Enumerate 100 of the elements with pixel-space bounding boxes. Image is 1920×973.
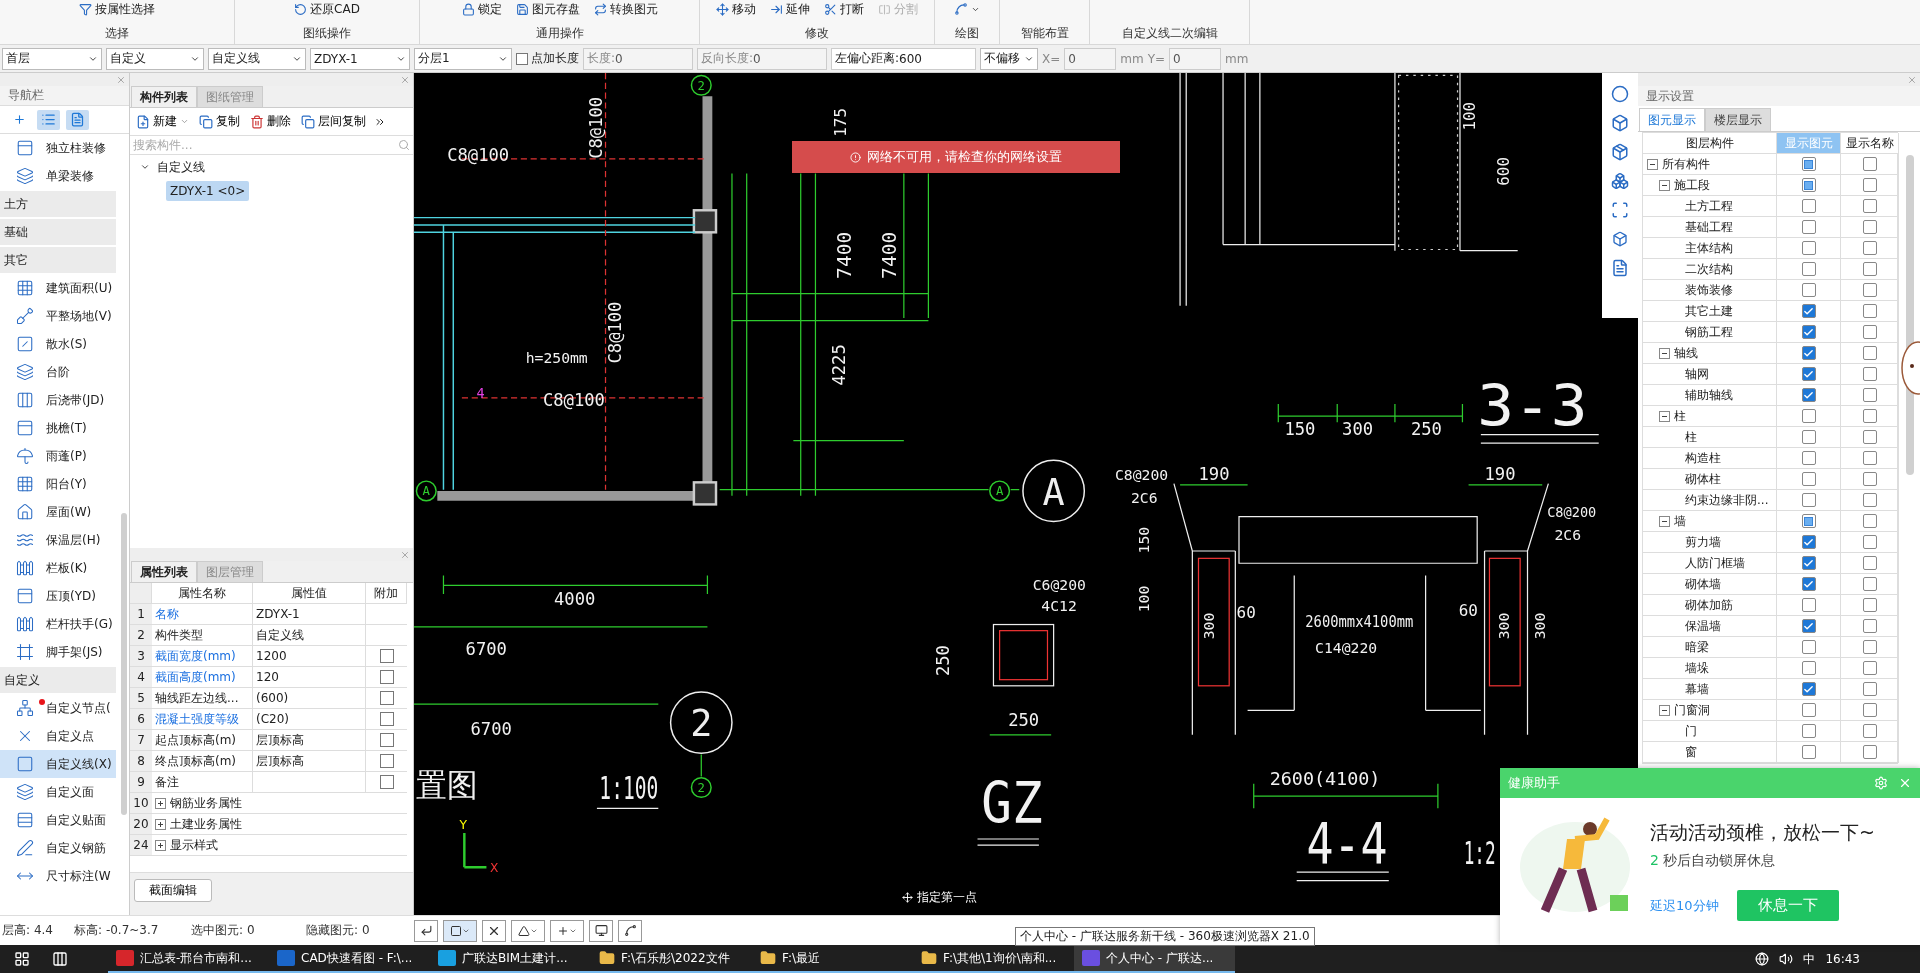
tree-item[interactable]: 构造柱 xyxy=(1685,449,1721,467)
checkbox[interactable] xyxy=(1801,241,1816,255)
checkbox[interactable] xyxy=(1862,220,1877,234)
tree-item[interactable]: 柱 xyxy=(1685,428,1697,446)
tree-item[interactable]: 施工段 xyxy=(1674,176,1710,194)
checkbox[interactable] xyxy=(1801,703,1816,717)
layer-dropdown[interactable]: 分层1 xyxy=(414,47,512,70)
nav-item[interactable]: 阳台(Y) xyxy=(0,470,116,498)
checkbox[interactable] xyxy=(1862,619,1877,633)
property-group[interactable]: 土建业务属性 xyxy=(170,815,242,833)
tree-item[interactable]: 剪力墙 xyxy=(1685,533,1721,551)
length-field[interactable]: 长度:0 xyxy=(583,47,693,70)
tree-item[interactable]: 墙垛 xyxy=(1685,659,1709,677)
close-icon[interactable] xyxy=(116,74,126,85)
property-value[interactable]: (C20) xyxy=(253,709,366,730)
tab[interactable]: 构件列表 xyxy=(131,86,197,107)
tree-item[interactable]: 土方工程 xyxy=(1685,197,1733,215)
angle-button[interactable] xyxy=(511,919,545,942)
offset-dropdown[interactable]: 不偏移 xyxy=(980,47,1038,70)
tree-item[interactable]: 窗 xyxy=(1685,743,1697,761)
tree-item[interactable]: 基础工程 xyxy=(1685,218,1733,236)
checkbox[interactable] xyxy=(379,775,394,789)
checkbox[interactable] xyxy=(1801,283,1816,297)
nav-item[interactable]: 挑檐(T) xyxy=(0,414,116,442)
checkbox[interactable] xyxy=(1862,157,1877,171)
volume-icon[interactable] xyxy=(1779,952,1794,966)
checkbox[interactable] xyxy=(1862,430,1877,444)
tab[interactable]: 图元显示 xyxy=(1639,108,1705,131)
tree-item[interactable]: 门 xyxy=(1685,722,1697,740)
checkbox[interactable] xyxy=(1862,640,1877,654)
tree-item[interactable]: 辅助轴线 xyxy=(1685,386,1733,404)
checkbox[interactable] xyxy=(1801,262,1816,276)
checkbox[interactable] xyxy=(1862,325,1877,339)
checkbox[interactable] xyxy=(1801,367,1816,381)
nav-item[interactable]: 栏杆扶手(G) xyxy=(0,610,116,638)
checkbox[interactable] xyxy=(1801,514,1816,528)
checkbox[interactable] xyxy=(1862,346,1877,360)
checkbox[interactable] xyxy=(1862,577,1877,591)
tree-item[interactable]: 钢筋工程 xyxy=(1685,323,1733,341)
ortho-toggle-button[interactable] xyxy=(414,919,438,942)
cross-button[interactable] xyxy=(482,919,506,942)
tree-item[interactable]: 柱 xyxy=(1674,407,1686,425)
expand-toggle[interactable] xyxy=(155,818,166,830)
category-dropdown[interactable]: 自定义 xyxy=(106,47,204,70)
tree-item[interactable]: 约束边缘非阴... xyxy=(1685,491,1769,509)
reverse-length-field[interactable]: 反向长度:0 xyxy=(697,47,827,70)
expand-toggle[interactable] xyxy=(155,839,166,851)
checkbox[interactable] xyxy=(1801,745,1816,759)
nav-item[interactable]: 台阶 xyxy=(0,358,116,386)
nav-group-header[interactable]: 其它 xyxy=(0,247,116,273)
nav-item[interactable]: 压顶(YD) xyxy=(0,582,116,610)
toolbar-button[interactable]: 复制 xyxy=(197,113,242,130)
checkbox[interactable] xyxy=(1862,535,1877,549)
expand-toggle[interactable] xyxy=(1647,158,1658,170)
ribbon-button[interactable]: 按属性选择 xyxy=(77,0,157,18)
ribbon-button[interactable]: 移动 xyxy=(714,0,758,18)
nav-item[interactable]: 单梁装修 xyxy=(0,162,116,190)
detail-view-button[interactable] xyxy=(66,109,89,130)
component-dropdown[interactable]: ZDYX-1 xyxy=(310,47,410,70)
tree-item[interactable]: 墙 xyxy=(1674,512,1686,530)
expand-toggle[interactable] xyxy=(1659,179,1670,191)
globe-icon[interactable] xyxy=(1755,952,1770,966)
section-edit-button[interactable]: 截面编辑 xyxy=(134,879,212,902)
taskbar-app[interactable]: CAD快速看图 - F:\... xyxy=(269,945,430,973)
nav-item[interactable]: 自定义线(X) xyxy=(0,750,116,778)
checkbox[interactable] xyxy=(1862,199,1877,213)
nav-item[interactable]: 保温层(H) xyxy=(0,526,116,554)
close-icon[interactable] xyxy=(400,549,410,560)
tree-item[interactable]: ZDYX-1 <0> xyxy=(166,181,250,201)
ribbon-button[interactable]: 打断 xyxy=(822,0,866,18)
property-value[interactable]: 120 xyxy=(253,667,366,688)
tree-item[interactable]: 装饰装修 xyxy=(1685,281,1733,299)
checkbox[interactable] xyxy=(1862,661,1877,675)
checkbox[interactable] xyxy=(1862,262,1877,276)
nav-item[interactable]: 自定义贴面 xyxy=(0,806,116,834)
close-icon[interactable] xyxy=(1898,776,1912,790)
tree-item[interactable]: 轴网 xyxy=(1685,365,1709,383)
ribbon-button[interactable]: 图元存盘 xyxy=(513,0,582,18)
y-field[interactable]: 0 xyxy=(1169,47,1222,70)
snap-mode-button[interactable] xyxy=(443,919,477,942)
checkbox[interactable] xyxy=(1801,325,1816,339)
checkbox[interactable] xyxy=(379,712,394,726)
property-value[interactable]: 层顶标高 xyxy=(253,751,366,772)
checkbox[interactable] xyxy=(379,670,394,684)
property-value[interactable]: 层顶标高 xyxy=(253,730,366,751)
property-value[interactable]: 1200 xyxy=(253,646,366,667)
nav-item[interactable]: 尺寸标注(W xyxy=(0,862,116,890)
start-icon[interactable] xyxy=(14,951,30,967)
toolbar-button[interactable]: 新建 xyxy=(134,113,191,130)
ribbon-button[interactable]: 延伸 xyxy=(768,0,812,18)
close-icon[interactable] xyxy=(400,74,410,85)
checkbox[interactable] xyxy=(1801,556,1816,570)
tree-item[interactable]: 其它土建 xyxy=(1685,302,1733,320)
checkbox[interactable] xyxy=(1862,241,1877,255)
checkbox[interactable] xyxy=(1801,493,1816,507)
type-dropdown[interactable]: 自定义线 xyxy=(208,47,306,70)
dimension-button[interactable] xyxy=(550,919,584,942)
curve-button[interactable] xyxy=(618,919,642,942)
expand-toggle[interactable] xyxy=(1659,515,1670,527)
nav-item[interactable]: 自定义节点( xyxy=(0,694,116,722)
